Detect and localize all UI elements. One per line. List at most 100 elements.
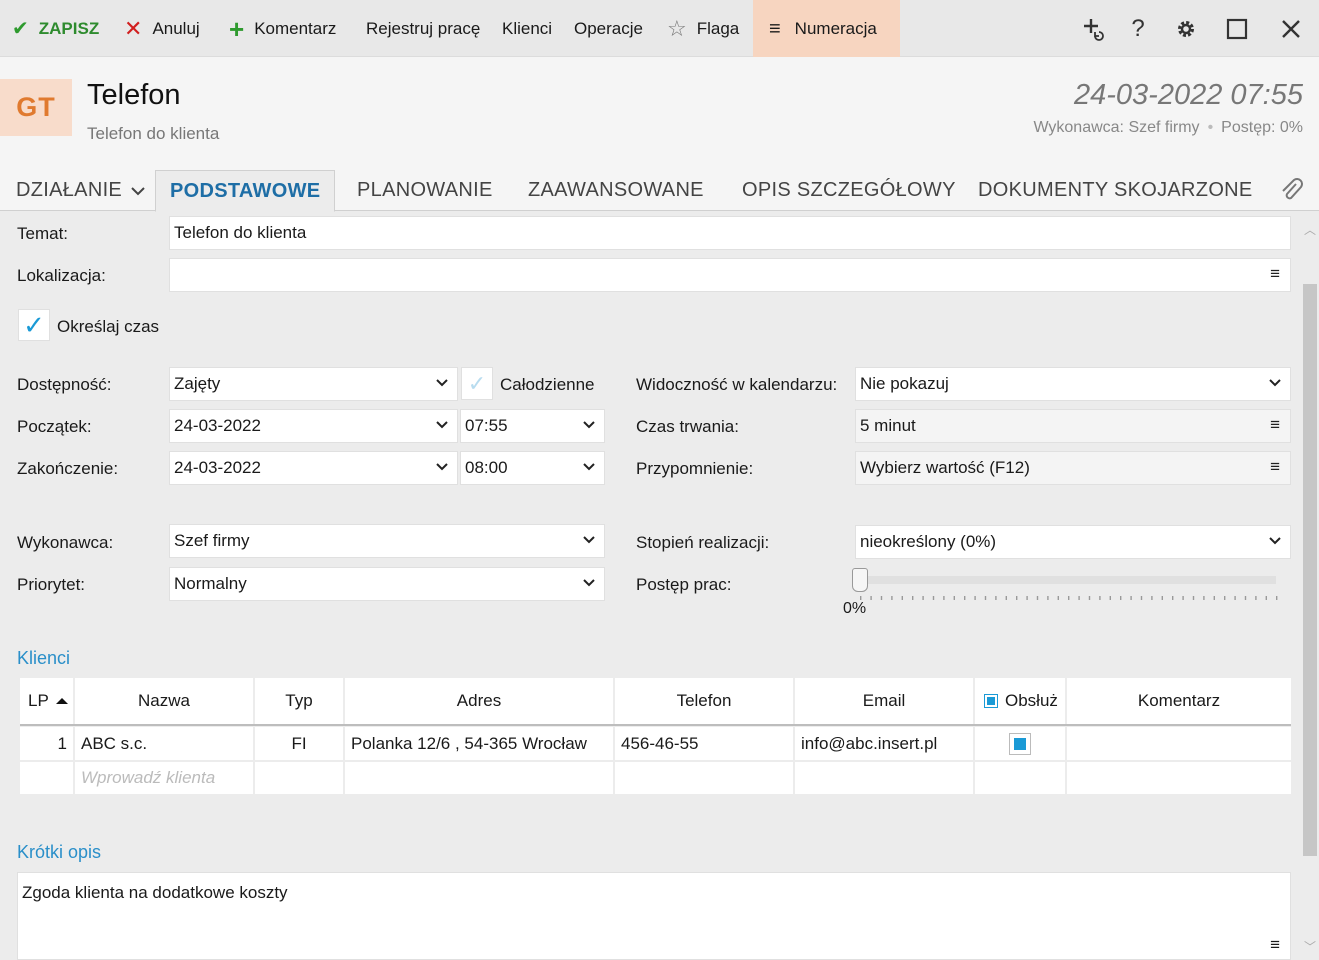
column-comment[interactable]: Komentarz [1067,678,1291,724]
numbering-label: Numeracja [794,18,877,38]
start-date-select[interactable]: 24-03-2022 [169,409,458,443]
operations-button[interactable]: Operacje [574,0,643,57]
header-divider [20,724,1291,726]
new-row-address [345,762,615,794]
column-email[interactable]: Email [795,678,975,724]
row-type: FI [255,727,345,760]
tab-planning[interactable]: PLANOWANIE [357,170,493,211]
all-day-checkbox[interactable]: ✓ [461,367,493,400]
tab-associated-documents[interactable]: DOKUMENTY SKOJARZONE [978,170,1253,211]
time-checkbox-label: Określaj czas [57,317,160,336]
short-desc-text: Zgoda klienta na dodatkowe koszty [22,883,288,902]
checkmark-icon: ✓ [467,370,487,396]
attachment-icon[interactable] [1279,176,1303,211]
tab-basic-label: PODSTAWOWE [170,179,321,202]
close-icon[interactable] [1267,0,1315,57]
column-lp[interactable]: LP [20,678,75,724]
checkmark-icon: ✓ [23,309,45,340]
availability-value: Zajęty [174,374,221,393]
end-date-select[interactable]: 24-03-2022 [169,451,458,485]
column-address[interactable]: Adres [345,678,615,724]
row-phone: 456-46-55 [615,727,795,760]
clients-section-title: Klienci [17,648,71,668]
new-row-served [975,762,1067,794]
tab-planning-label: PLANOWANIE [357,179,493,201]
all-day-label: Całodzienne [500,375,595,394]
flag-button[interactable]: ☆ Flaga [667,0,739,57]
location-input[interactable]: ≡ [169,258,1291,292]
row-served[interactable] [975,727,1067,760]
chevron-down-icon [583,536,595,544]
end-time-select[interactable]: 08:00 [460,451,605,485]
numbering-button[interactable]: ≡ Numeracja [753,0,900,57]
scroll-up-icon[interactable]: ︿ [1303,221,1317,237]
column-served-label: Obsłuż [1005,691,1058,710]
subject-input[interactable]: Telefon do klienta [169,216,1291,250]
menu-icon[interactable]: ≡ [1270,415,1280,435]
visibility-select[interactable]: Nie pokazuj [855,367,1291,401]
tab-advanced[interactable]: ZAAWANSOWANE [528,170,704,211]
menu-icon[interactable]: ≡ [1270,457,1280,477]
save-button[interactable]: ✔ ZAPISZ [12,0,99,57]
priority-select[interactable]: Normalny [169,567,605,601]
time-checkbox[interactable]: ✓ [18,309,50,341]
comment-button[interactable]: + Komentarz [229,0,336,57]
menu-icon[interactable]: ≡ [1270,935,1280,955]
progress-slider-track[interactable] [860,576,1276,584]
column-type[interactable]: Typ [255,678,345,724]
new-row-comment [1067,762,1291,794]
toolbar: ✔ ZAPISZ ✕ Anuluj + Komentarz Rejestruj … [0,0,1319,57]
vertical-scrollbar[interactable]: ︿ ﹀ [1300,211,1319,960]
scroll-down-icon[interactable]: ﹀ [1303,938,1317,954]
reminder-value: Wybierz wartość (F12) [860,458,1030,477]
reminder-field[interactable]: Wybierz wartość (F12) ≡ [855,451,1291,485]
chevron-down-icon [436,463,448,471]
new-client-input[interactable]: Wprowadź klienta [75,762,255,794]
executor-select[interactable]: Szef firmy [169,524,605,558]
operations-label: Operacje [574,18,643,38]
tab-action-dropdown[interactable]: DZIAŁANIE [16,170,146,211]
sort-asc-icon [55,698,68,704]
row-comment[interactable] [1067,727,1291,760]
column-comment-label: Komentarz [1137,691,1221,710]
duration-field[interactable]: 5 minut ≡ [855,409,1291,443]
new-client-row[interactable]: Wprowadź klienta [20,762,1291,794]
tab-detailed-description[interactable]: OPIS SZCZEGÓŁOWY [742,170,956,211]
comment-label: Komentarz [254,18,337,38]
availability-label: Dostępność: [17,375,112,394]
tab-associated-documents-label: DOKUMENTY SKOJARZONE [978,179,1253,201]
gear-icon[interactable] [1162,0,1210,57]
start-date-value: 24-03-2022 [174,416,261,435]
register-work-button[interactable]: Rejestruj pracę [366,0,480,57]
add-task-icon[interactable] [1069,0,1117,57]
column-served[interactable]: Obsłuż [975,678,1067,724]
header-date: 24-03-2022 07:55 [1074,79,1303,111]
page-subtitle: Telefon do klienta [87,124,220,143]
scrollbar-thumb[interactable] [1303,284,1317,856]
chevron-down-icon [1269,537,1281,545]
cancel-button[interactable]: ✕ Anuluj [124,0,200,57]
tab-basic[interactable]: PODSTAWOWE [155,170,336,212]
short-desc-textarea[interactable]: Zgoda klienta na dodatkowe koszty ≡ [17,872,1291,960]
separator-dot: • [1207,119,1214,136]
availability-select[interactable]: Zajęty [169,367,458,401]
end-time-value: 08:00 [465,458,508,477]
column-name[interactable]: Nazwa [75,678,255,724]
clients-button[interactable]: Klienci [502,0,552,57]
served-all-checkbox[interactable] [984,694,998,708]
reminder-label: Przypomnienie: [636,459,754,478]
column-phone[interactable]: Telefon [615,678,795,724]
menu-icon[interactable]: ≡ [1270,264,1280,284]
column-phone-label: Telefon [676,691,732,710]
cross-icon: ✕ [124,15,143,41]
help-icon[interactable]: ? [1114,0,1162,57]
realization-select[interactable]: nieokreślony (0%) [855,525,1291,559]
cancel-label: Anuluj [152,18,200,38]
record-header: GT Telefon Telefon do klienta 24-03-2022… [0,57,1319,170]
maximize-icon[interactable] [1213,0,1261,57]
served-checkbox[interactable] [1009,732,1031,755]
new-row-type [255,762,345,794]
table-row[interactable]: 1 ABC s.c. FI Polanka 12/6 , 54-365 Wroc… [20,727,1291,760]
progress-slider-thumb[interactable] [852,568,868,592]
start-time-select[interactable]: 07:55 [460,409,605,443]
